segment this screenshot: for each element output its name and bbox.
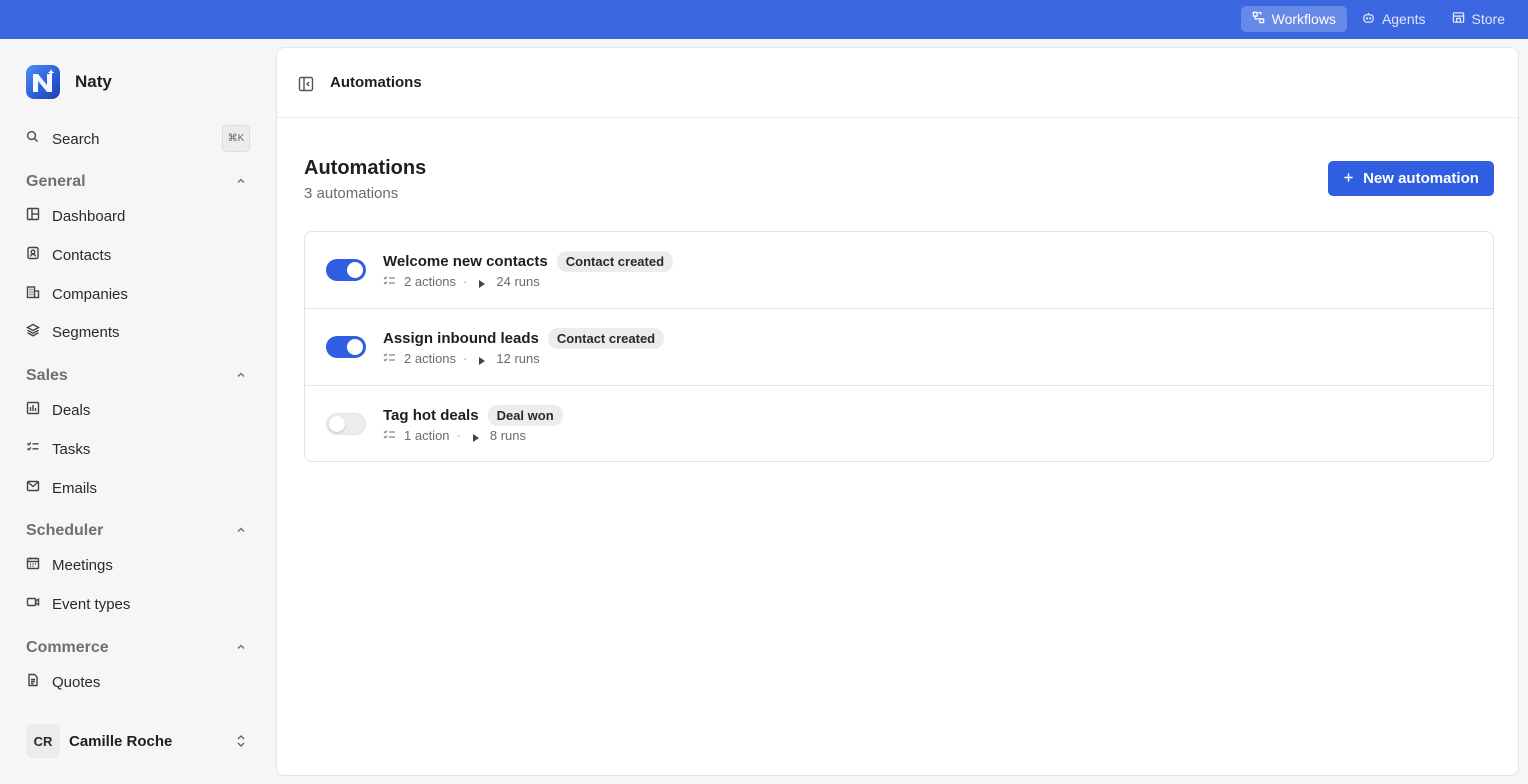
store-icon bbox=[1452, 11, 1465, 27]
automation-toggle[interactable] bbox=[326, 413, 366, 435]
new-automation-button[interactable]: New automation bbox=[1328, 161, 1494, 196]
automation-name: Tag hot deals bbox=[383, 407, 479, 424]
sidebar-item-contacts[interactable]: Contacts bbox=[26, 243, 250, 267]
dashboard-icon bbox=[26, 207, 40, 226]
run-count: 24 runs bbox=[496, 274, 540, 289]
building-icon bbox=[26, 285, 40, 304]
action-count: 2 actions bbox=[404, 351, 457, 366]
section-scheduler[interactable]: Scheduler bbox=[26, 520, 250, 542]
search-icon bbox=[26, 130, 39, 148]
section-general[interactable]: General bbox=[26, 171, 250, 193]
chevron-up-icon bbox=[236, 522, 250, 540]
naty-logo-icon bbox=[26, 65, 60, 99]
sidebar-item-tasks[interactable]: Tasks bbox=[26, 437, 250, 461]
sidebar-item-companies[interactable]: Companies bbox=[26, 282, 250, 306]
plus-icon bbox=[1343, 170, 1354, 187]
agent-icon bbox=[1362, 11, 1375, 27]
contacts-icon bbox=[26, 246, 40, 265]
search-shortcut: ⌘K bbox=[222, 125, 250, 152]
page-title: Automations bbox=[304, 157, 427, 179]
breadcrumb: Automations bbox=[330, 74, 422, 91]
video-icon bbox=[26, 595, 40, 614]
search-label: Search bbox=[52, 130, 100, 148]
section-commerce[interactable]: Commerce bbox=[26, 637, 250, 659]
action-count: 1 action bbox=[404, 428, 450, 443]
actions-icon bbox=[383, 428, 396, 443]
run-count: 12 runs bbox=[496, 351, 540, 366]
trigger-badge: Contact created bbox=[547, 328, 665, 349]
workflow-icon bbox=[1252, 11, 1265, 27]
chevron-up-icon bbox=[236, 639, 250, 657]
brand[interactable]: Naty bbox=[26, 65, 112, 99]
user-name: Camille Roche bbox=[69, 732, 173, 750]
run-count: 8 runs bbox=[489, 428, 527, 443]
action-count: 2 actions bbox=[404, 274, 457, 289]
main-panel: Automations Automations 3 automations Ne… bbox=[276, 47, 1519, 776]
sidebar-item-meetings[interactable]: Meetings bbox=[26, 553, 250, 577]
search-button[interactable]: Search ⌘K bbox=[26, 125, 250, 153]
top-nav: Workflows Agents Store bbox=[1240, 6, 1516, 32]
automation-name: Welcome new contacts bbox=[383, 253, 548, 270]
sidebar-toggle-icon bbox=[298, 76, 314, 96]
toggle-knob bbox=[329, 416, 345, 432]
actions-icon bbox=[383, 351, 396, 366]
sidebar-item-dashboard[interactable]: Dashboard bbox=[26, 204, 250, 228]
layers-icon bbox=[26, 323, 40, 342]
trigger-badge: Contact created bbox=[556, 251, 674, 272]
main-header: Automations bbox=[277, 48, 1518, 118]
sidebar: Naty Search ⌘K General Dashboard Contact… bbox=[0, 39, 276, 784]
automation-meta: 2 actions · 12 runs bbox=[383, 351, 540, 366]
avatar: CR bbox=[26, 724, 60, 758]
brand-name: Naty bbox=[75, 72, 112, 91]
deals-icon bbox=[26, 401, 40, 420]
automation-toggle[interactable] bbox=[326, 336, 366, 358]
chevron-up-icon bbox=[236, 367, 250, 385]
toggle-knob bbox=[347, 262, 363, 278]
sidebar-toggle-button[interactable] bbox=[298, 76, 314, 92]
document-icon bbox=[26, 673, 40, 692]
automation-row[interactable]: Welcome new contacts Contact created 2 a… bbox=[305, 232, 1493, 309]
automation-list: Welcome new contacts Contact created 2 a… bbox=[304, 231, 1494, 462]
automation-row[interactable]: Assign inbound leads Contact created 2 a… bbox=[305, 309, 1493, 386]
play-icon bbox=[478, 354, 486, 365]
section-sales[interactable]: Sales bbox=[26, 365, 250, 387]
top-bar: Workflows Agents Store bbox=[0, 0, 1528, 39]
sidebar-item-event-types[interactable]: Event types bbox=[26, 592, 250, 616]
play-icon bbox=[472, 431, 480, 442]
calendar-icon bbox=[26, 556, 40, 575]
page-subtitle: 3 automations bbox=[304, 185, 399, 202]
chevron-up-icon bbox=[236, 173, 250, 191]
automation-toggle[interactable] bbox=[326, 259, 366, 281]
topnav-agents[interactable]: Agents bbox=[1351, 6, 1437, 32]
automation-row[interactable]: Tag hot deals Deal won 1 action · 8 runs bbox=[305, 386, 1493, 461]
automation-meta: 2 actions · 24 runs bbox=[383, 274, 540, 289]
sidebar-item-deals[interactable]: Deals bbox=[26, 398, 250, 422]
automation-name: Assign inbound leads bbox=[383, 330, 539, 347]
actions-icon bbox=[383, 274, 396, 289]
sidebar-item-emails[interactable]: Emails bbox=[26, 476, 250, 500]
user-menu[interactable]: CR Camille Roche bbox=[26, 724, 250, 758]
toggle-knob bbox=[347, 339, 363, 355]
chevron-up-down-icon bbox=[236, 733, 246, 749]
automation-meta: 1 action · 8 runs bbox=[383, 428, 526, 443]
play-icon bbox=[478, 277, 486, 288]
mail-icon bbox=[26, 479, 40, 498]
tasks-icon bbox=[26, 440, 40, 459]
sidebar-item-quotes[interactable]: Quotes bbox=[26, 670, 250, 694]
sidebar-item-segments[interactable]: Segments bbox=[26, 320, 250, 344]
trigger-badge: Deal won bbox=[487, 405, 563, 426]
topnav-workflows[interactable]: Workflows bbox=[1240, 6, 1347, 32]
topnav-store[interactable]: Store bbox=[1441, 6, 1516, 32]
